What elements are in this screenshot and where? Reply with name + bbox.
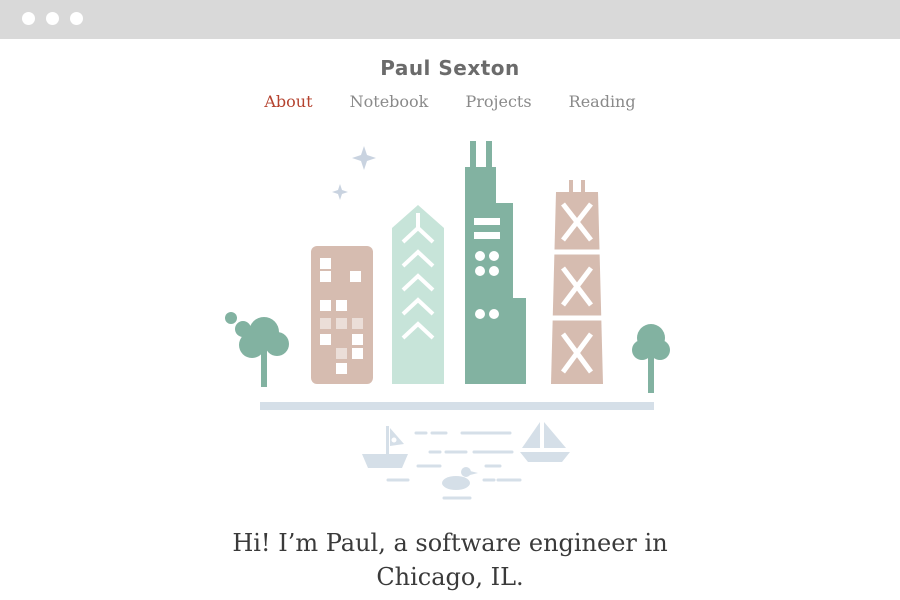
building-tower [465,141,526,384]
window-dot-icon[interactable] [70,12,83,25]
tree-icon [632,324,670,393]
nav-item-about[interactable]: About [264,92,312,111]
intro-line: Hi! I’m Paul, a software engineer in [232,529,668,557]
boat-icon [362,426,408,468]
shoreline [260,402,654,410]
sparkle-icon [332,184,348,200]
intro-line: Chicago, IL. [376,563,524,591]
window-dot-icon[interactable] [22,12,35,25]
building-chevron [392,205,444,384]
sailboat-icon [520,422,570,462]
tree-icon [225,312,289,387]
site-title[interactable]: Paul Sexton [0,56,900,80]
duck-icon [442,467,478,490]
chicago-skyline-illustration [225,141,670,500]
building-left [311,246,373,384]
sparkle-icon [352,146,376,170]
intro-headline: Hi! I’m Paul, a software engineer in Chi… [0,526,900,594]
nav-item-notebook[interactable]: Notebook [350,92,429,111]
browser-chrome [0,0,900,39]
nav-item-reading[interactable]: Reading [569,92,636,111]
window-dot-icon[interactable] [46,12,59,25]
nav-item-projects[interactable]: Projects [465,92,531,111]
main-nav: About Notebook Projects Reading [0,92,900,111]
building-hancock [551,180,603,384]
